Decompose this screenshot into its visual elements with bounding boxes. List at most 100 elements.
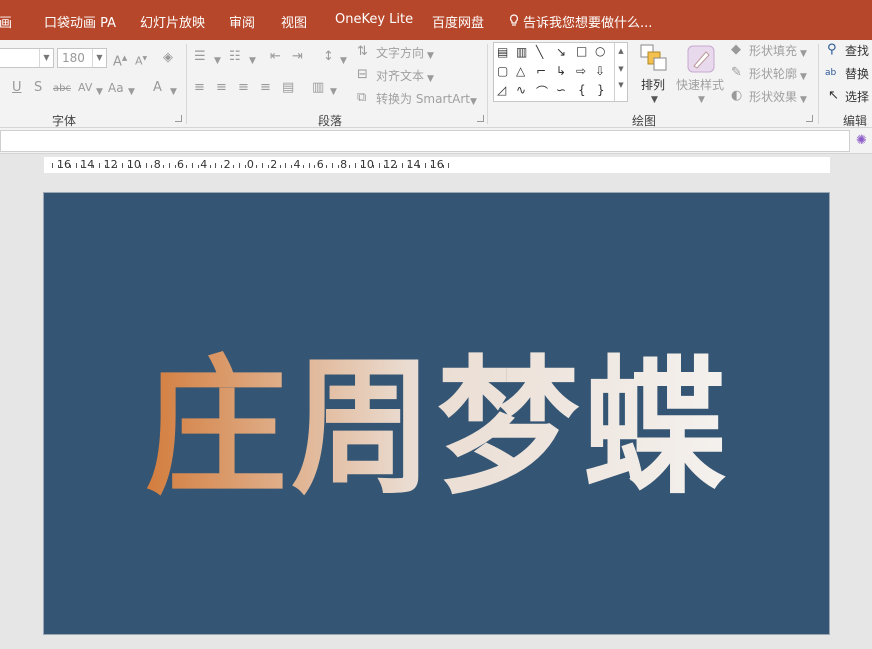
bullets-icon[interactable]: ☰ <box>194 49 206 65</box>
underline-icon[interactable]: U <box>12 80 22 96</box>
right-brace-shape-icon[interactable]: } <box>597 83 605 97</box>
drawing-dialog-launcher[interactable] <box>806 115 813 122</box>
chevron-down-icon[interactable]: ▼ <box>427 71 434 87</box>
shape-fill-icon[interactable]: ◆ <box>731 42 741 58</box>
elbow-arrow-shape-icon[interactable]: ↳ <box>556 64 566 78</box>
rectangle-shape-icon[interactable]: □ <box>576 44 587 58</box>
shape-outline-icon[interactable]: ✎ <box>731 65 742 81</box>
chevron-down-icon[interactable]: ▼ <box>698 92 705 108</box>
distributed-icon[interactable]: ▤ <box>282 80 294 96</box>
arrange-icon[interactable] <box>640 44 668 76</box>
shadow-icon[interactable]: S <box>34 80 42 96</box>
chevron-down-icon[interactable]: ▼ <box>651 92 658 108</box>
chevron-down-icon[interactable]: ▼ <box>170 84 177 100</box>
find-icon[interactable]: ⚲ <box>827 42 837 58</box>
tab-onekey-lite[interactable]: OneKey Lite <box>335 12 413 27</box>
numbering-icon[interactable]: ☷ <box>229 49 241 65</box>
slide-canvas[interactable]: 庄周梦蝶 <box>43 192 830 635</box>
line-spacing-icon[interactable]: ↕ <box>323 49 334 65</box>
font-dialog-launcher[interactable] <box>175 115 182 122</box>
shape-effects-icon[interactable]: ◐ <box>731 88 742 104</box>
align-left-icon[interactable]: ≡ <box>194 80 205 96</box>
chevron-down-icon[interactable]: ▼ <box>615 65 627 73</box>
arc-shape-icon[interactable]: ⌒ <box>536 83 548 100</box>
arrange-button[interactable]: 排列 <box>641 76 665 93</box>
chevron-down-icon[interactable]: ▼ <box>330 84 337 100</box>
chevron-down-icon[interactable]: ▼ <box>39 49 53 67</box>
select-cursor-icon[interactable]: ↖ <box>828 88 839 104</box>
triangle-shape-icon[interactable]: △ <box>516 64 525 78</box>
select-button[interactable]: 选择 <box>845 88 869 105</box>
chevron-down-icon[interactable]: ▼ <box>128 84 135 100</box>
rounded-rect-shape-icon[interactable]: ▢ <box>497 64 508 78</box>
tab-view[interactable]: 视图 <box>281 12 307 31</box>
command-input[interactable] <box>0 130 850 152</box>
clear-format-icon[interactable]: ◈ <box>163 50 173 66</box>
smartart-icon[interactable]: ⧉ <box>357 90 366 106</box>
horizontal-ruler[interactable]: 16 14 12 10 8 6 4 2 0 2 4 6 8 10 12 14 16 <box>44 157 830 173</box>
chevron-down-icon[interactable]: ▼ <box>427 48 434 64</box>
grow-font-icon[interactable]: A▲ <box>113 50 127 70</box>
font-color-icon[interactable]: A <box>153 80 162 96</box>
justify-icon[interactable]: ≡ <box>260 80 271 96</box>
left-brace-shape-icon[interactable]: { <box>578 83 586 97</box>
tab-baidu-netdisk[interactable]: 百度网盘 <box>432 12 484 31</box>
tab-animations[interactable]: 画 <box>0 12 12 31</box>
tell-me-box[interactable]: 告诉我您想要做什么... <box>509 12 652 31</box>
freeform-shape-icon[interactable]: ◿ <box>497 83 506 97</box>
chevron-down-icon[interactable]: ▼ <box>214 53 221 69</box>
slide-title-text[interactable]: 庄周梦蝶 <box>145 342 730 514</box>
scribble-shape-icon[interactable]: ∿ <box>516 83 526 97</box>
arrow-line-shape-icon[interactable]: ↘ <box>556 45 566 59</box>
chevron-down-icon[interactable]: ▼ <box>800 69 807 85</box>
elbow-connector-shape-icon[interactable]: ⌐ <box>536 64 546 78</box>
chevron-down-icon[interactable]: ▼ <box>96 84 103 100</box>
align-text-button[interactable]: 对齐文本 <box>376 67 424 84</box>
text-direction-button[interactable]: 文字方向 <box>376 44 424 61</box>
tab-pocket-animation[interactable]: 口袋动画 PA <box>44 12 116 31</box>
align-right-icon[interactable]: ≡ <box>238 80 249 96</box>
shrink-font-icon[interactable]: A▼ <box>135 51 147 70</box>
tab-slideshow[interactable]: 幻灯片放映 <box>140 12 205 31</box>
columns-icon[interactable]: ▥ <box>312 80 324 96</box>
change-case-icon[interactable]: Aa <box>108 80 124 96</box>
curve-shape-icon[interactable]: ∽ <box>556 83 566 97</box>
increase-indent-icon[interactable]: ⇥ <box>292 49 303 65</box>
shape-effects-button[interactable]: 形状效果 <box>749 88 797 105</box>
tab-review[interactable]: 审阅 <box>229 12 255 31</box>
chevron-down-icon[interactable]: ▼ <box>249 53 256 69</box>
quick-styles-icon[interactable] <box>686 44 716 78</box>
chevron-down-icon[interactable]: ▼ <box>800 46 807 62</box>
chevron-up-icon[interactable]: ▲ <box>615 47 627 55</box>
shape-outline-button[interactable]: 形状轮廓 <box>749 65 797 82</box>
quick-styles-button[interactable]: 快速样式 <box>676 76 724 93</box>
right-arrow-shape-icon[interactable]: ⇨ <box>576 64 586 78</box>
font-name-combo[interactable]: ▼ <box>0 48 54 68</box>
decrease-indent-icon[interactable]: ⇤ <box>270 49 281 65</box>
chevron-down-icon[interactable]: ▼ <box>92 49 106 67</box>
text-direction-icon[interactable]: ⇅ <box>357 44 368 60</box>
shapes-gallery[interactable]: ▤ ▥ ╲ ↘ □ ○ ▢ △ ⌐ ↳ ⇨ ⇩ ◿ ∿ ⌒ ∽ { } ▲ ▼ … <box>493 42 628 102</box>
chevron-down-icon[interactable]: ▼ <box>340 53 347 69</box>
chevron-down-icon[interactable]: ▼ <box>470 94 477 110</box>
magic-wand-icon[interactable]: ✺ <box>856 133 867 148</box>
vertical-textbox-shape-icon[interactable]: ▥ <box>516 45 527 59</box>
font-size-combo[interactable]: 180 ▼ <box>57 48 107 68</box>
more-icon[interactable]: ▼ <box>615 81 627 89</box>
find-button[interactable]: 查找 <box>845 42 869 59</box>
shape-fill-button[interactable]: 形状填充 <box>749 42 797 59</box>
textbox-shape-icon[interactable]: ▤ <box>497 45 508 59</box>
align-center-icon[interactable]: ≡ <box>216 80 227 96</box>
paragraph-dialog-launcher[interactable] <box>477 115 484 122</box>
align-text-icon[interactable]: ⊟ <box>357 67 368 83</box>
shapes-gallery-scroll[interactable]: ▲ ▼ ▼ <box>614 43 627 101</box>
oval-shape-icon[interactable]: ○ <box>595 44 605 58</box>
strikethrough-icon[interactable]: abc <box>53 81 71 97</box>
line-shape-icon[interactable]: ╲ <box>536 45 543 59</box>
replace-button[interactable]: 替换 <box>845 65 869 82</box>
slide-title-art[interactable]: 庄周梦蝶 <box>44 193 831 636</box>
replace-icon[interactable]: ab <box>825 65 836 81</box>
down-arrow-shape-icon[interactable]: ⇩ <box>595 64 605 78</box>
chevron-down-icon[interactable]: ▼ <box>800 92 807 108</box>
convert-smartart-button[interactable]: 转换为 SmartArt <box>376 90 470 107</box>
